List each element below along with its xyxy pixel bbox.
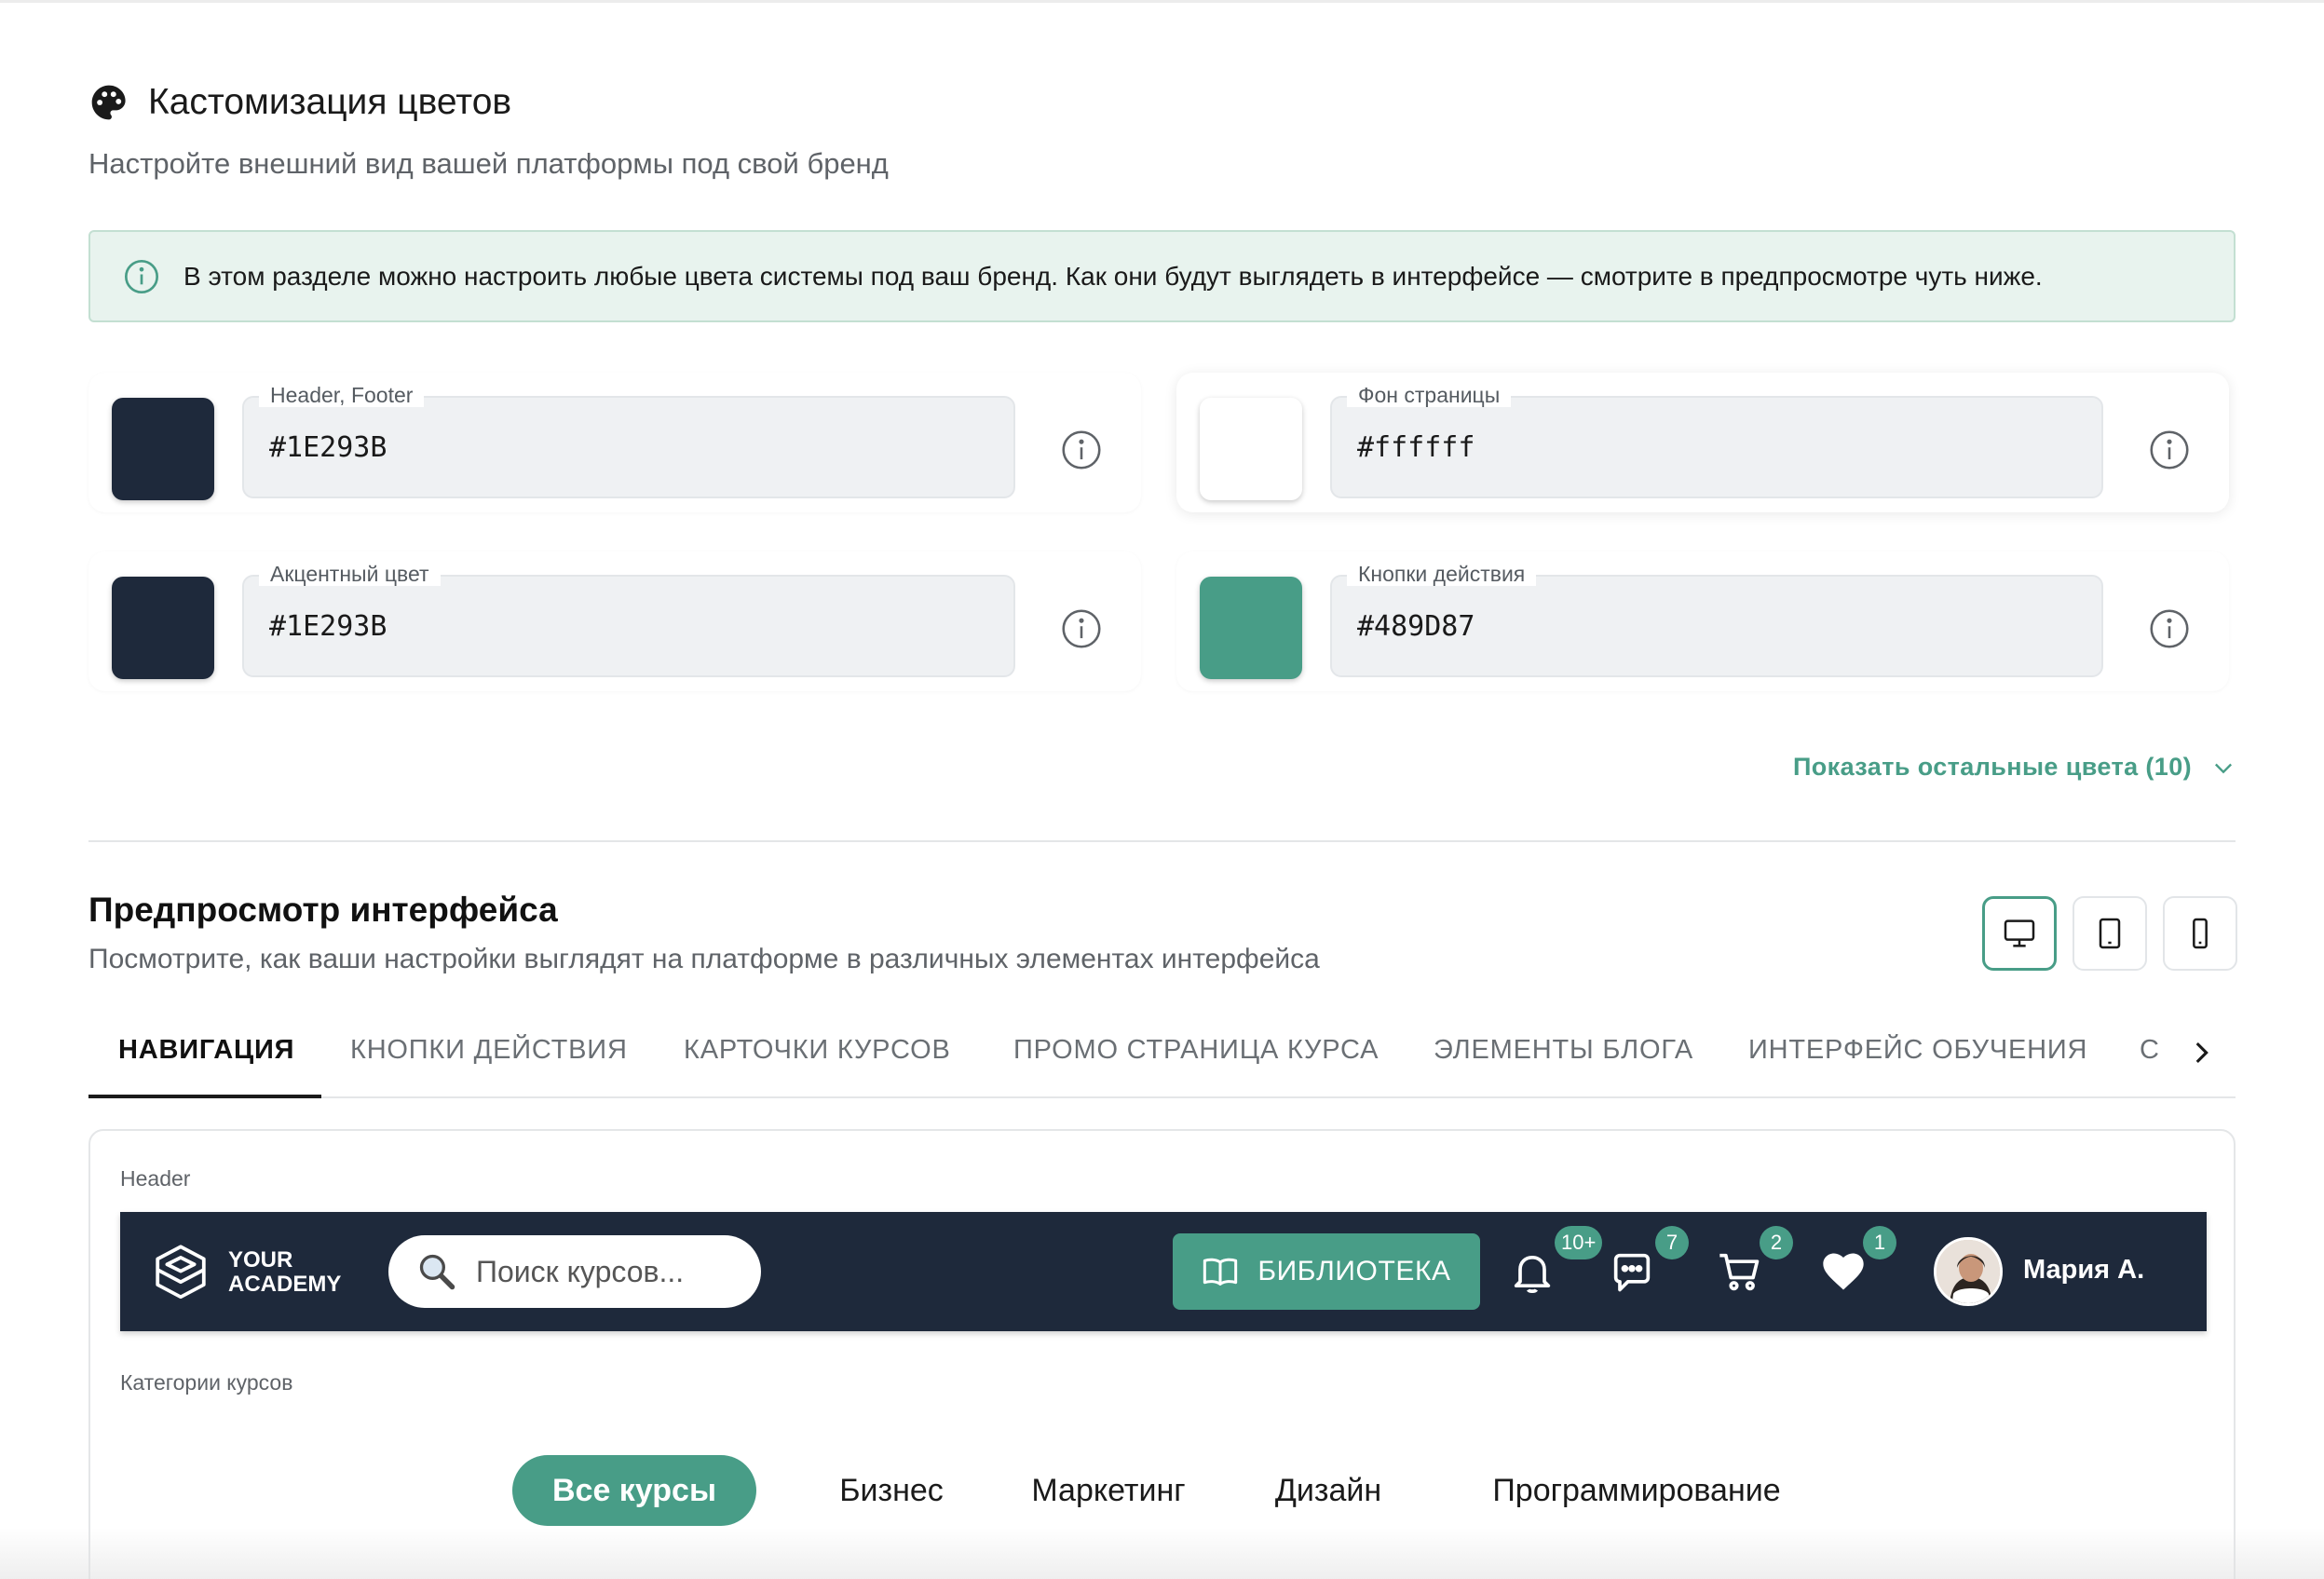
header-preview-label: Header xyxy=(120,1166,191,1191)
logo-text: YOUR ACADEMY xyxy=(228,1247,342,1297)
user-avatar[interactable] xyxy=(1934,1237,2003,1306)
color-card-action-buttons: Кнопки действия #489D87 xyxy=(1176,551,2229,691)
color-swatch[interactable] xyxy=(1200,577,1302,679)
preview-panel: Header YOUR ACADEMY Поиск курсов... БИБЛ… xyxy=(88,1129,2236,1579)
show-more-colors-button[interactable]: Показать остальные цвета (10) xyxy=(1793,753,2236,782)
color-card-accent: Акцентный цвет #1E293B xyxy=(88,551,1141,691)
favorites-badge: 1 xyxy=(1863,1226,1896,1259)
field-value: #1E293B xyxy=(269,610,387,643)
book-open-icon xyxy=(1203,1258,1238,1286)
preview-tabs: НАВИГАЦИЯ КНОПКИ ДЕЙСТВИЯ КАРТОЧКИ КУРСО… xyxy=(88,1011,2236,1098)
category-programming[interactable]: Программирование xyxy=(1464,1455,1809,1526)
info-banner: В этом разделе можно настроить любые цве… xyxy=(88,230,2236,322)
color-hex-field[interactable]: Кнопки действия #489D87 xyxy=(1330,562,2103,677)
field-value: #1E293B xyxy=(269,431,387,464)
categories-preview-label: Категории курсов xyxy=(120,1370,293,1395)
info-icon[interactable] xyxy=(2149,608,2190,649)
phone-icon xyxy=(2193,918,2208,949)
category-business[interactable]: Бизнес xyxy=(822,1455,961,1526)
user-name[interactable]: Мария А. xyxy=(2023,1255,2144,1286)
field-label: Кнопки действия xyxy=(1347,562,1537,586)
section-title: Кастомизация цветов xyxy=(148,82,512,122)
color-swatch[interactable] xyxy=(112,577,214,679)
field-label: Фон страницы xyxy=(1347,383,1512,407)
chat-icon[interactable] xyxy=(1608,1247,1656,1296)
notifications-badge: 10+ xyxy=(1555,1226,1603,1259)
category-marketing[interactable]: Маркетинг xyxy=(1006,1455,1211,1526)
category-design[interactable]: Дизайн xyxy=(1258,1455,1398,1526)
field-value: #ffffff xyxy=(1357,431,1475,464)
messages-badge: 7 xyxy=(1655,1226,1689,1259)
search-icon xyxy=(419,1254,455,1290)
field-label: Акцентный цвет xyxy=(259,562,441,586)
library-button-label: БИБЛИОТЕКА xyxy=(1257,1256,1451,1286)
info-icon[interactable] xyxy=(2149,429,2190,470)
library-button[interactable]: БИБЛИОТЕКА xyxy=(1173,1233,1480,1310)
show-more-label: Показать остальные цвета (10) xyxy=(1792,753,2192,781)
header-preview: YOUR ACADEMY Поиск курсов... БИБЛИОТЕКА … xyxy=(120,1212,2207,1331)
color-card-page-background: Фон страницы #ffffff xyxy=(1176,373,2229,512)
course-categories: Все курсы Бизнес Маркетинг Дизайн Програ… xyxy=(90,1455,2234,1530)
color-swatch[interactable] xyxy=(112,398,214,500)
category-all-courses[interactable]: Все курсы xyxy=(512,1455,756,1526)
color-hex-field[interactable]: Header, Footer #1E293B xyxy=(242,383,1015,498)
tab-navigation[interactable]: НАВИГАЦИЯ xyxy=(118,1035,294,1066)
tab-blog-elements[interactable]: ЭЛЕМЕНТЫ БЛОГА xyxy=(1434,1035,1693,1066)
color-card-header-footer: Header, Footer #1E293B xyxy=(88,373,1141,512)
active-tab-indicator xyxy=(88,1095,321,1098)
section-divider xyxy=(88,840,2236,842)
banner-text: В этом разделе можно настроить любые цве… xyxy=(183,261,2043,291)
device-switcher xyxy=(1982,896,2237,971)
search-input[interactable]: Поиск курсов... xyxy=(388,1235,761,1308)
tab-action-buttons[interactable]: КНОПКИ ДЕЙСТВИЯ xyxy=(350,1035,628,1066)
palette-icon xyxy=(91,85,126,120)
preview-title: Предпросмотр интерфейса xyxy=(88,891,558,929)
tab-truncated[interactable]: С xyxy=(2140,1035,2160,1066)
academy-logo[interactable]: YOUR ACADEMY xyxy=(148,1240,341,1305)
info-icon xyxy=(125,259,158,293)
info-icon[interactable] xyxy=(1061,608,1102,649)
heart-icon[interactable] xyxy=(1819,1247,1868,1296)
tablet-view-button[interactable] xyxy=(2073,896,2147,971)
color-hex-field[interactable]: Акцентный цвет #1E293B xyxy=(242,562,1015,677)
color-swatch[interactable] xyxy=(1200,398,1302,500)
section-subtitle: Настройте внешний вид вашей платформы по… xyxy=(88,147,889,180)
preview-subtitle: Посмотрите, как ваши настройки выглядят … xyxy=(88,944,1320,974)
desktop-view-button[interactable] xyxy=(1982,896,2057,971)
info-icon[interactable] xyxy=(1061,429,1102,470)
academy-logo-icon xyxy=(156,1245,206,1300)
color-hex-field[interactable]: Фон страницы #ffffff xyxy=(1330,383,2103,498)
field-label: Header, Footer xyxy=(259,383,425,407)
section-header: Кастомизация цветов xyxy=(88,82,511,123)
field-value: #489D87 xyxy=(1357,610,1475,643)
bell-icon[interactable] xyxy=(1508,1247,1556,1296)
chevron-down-icon xyxy=(2215,763,2232,773)
chevron-right-icon[interactable] xyxy=(2185,1037,2217,1069)
tablet-icon xyxy=(2099,918,2121,949)
top-border xyxy=(0,0,2324,3)
phone-view-button[interactable] xyxy=(2163,896,2237,971)
cart-icon[interactable] xyxy=(1716,1247,1764,1296)
tab-course-cards[interactable]: КАРТОЧКИ КУРСОВ xyxy=(684,1035,951,1066)
avatar-photo xyxy=(1937,1240,2000,1303)
bottom-fade xyxy=(0,1528,2324,1579)
desktop-icon xyxy=(2004,919,2035,947)
tab-learning-interface[interactable]: ИНТЕРФЕЙС ОБУЧЕНИЯ xyxy=(1748,1035,2087,1066)
tab-course-promo-page[interactable]: ПРОМО СТРАНИЦА КУРСА xyxy=(1013,1035,1379,1066)
cart-badge: 2 xyxy=(1760,1226,1793,1259)
search-placeholder: Поиск курсов... xyxy=(476,1254,685,1288)
